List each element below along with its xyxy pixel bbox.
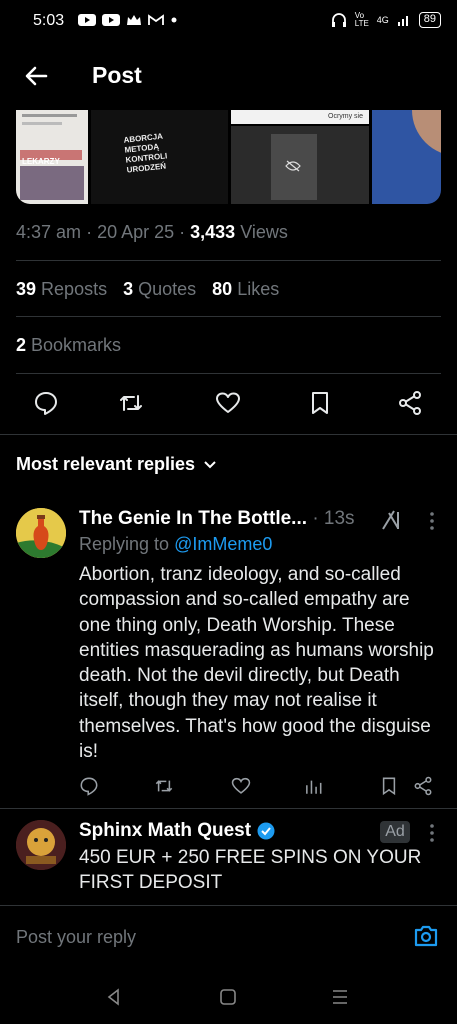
replies-sort-label: Most relevant replies [16, 454, 196, 474]
dot-icon [171, 17, 177, 23]
media-thumb-article[interactable]: LEKARZY [16, 110, 88, 204]
promoted-reply-item[interactable]: Sphinx Math Quest Ad 450 EUR + 250 FREE … [0, 812, 457, 904]
replying-to-handle[interactable]: @ImMeme0 [174, 534, 272, 554]
media-thumb-caption: Ocrymy sie [231, 110, 369, 124]
views-analytics-icon[interactable] [303, 776, 323, 796]
battery-indicator: 89 [418, 12, 441, 28]
youtube-icon [78, 14, 97, 26]
hidden-eye-icon [285, 160, 301, 172]
replies-sort-dropdown[interactable]: Most relevant replies [16, 454, 217, 475]
top-app-bar: Post [0, 48, 457, 108]
repost-icon[interactable] [118, 390, 144, 416]
media-thumb-text: LEKARZY [22, 157, 60, 166]
status-time: 5:03 [33, 12, 65, 29]
divider [16, 316, 441, 317]
avatar[interactable] [16, 508, 66, 558]
likes-count: 80 [212, 279, 233, 299]
media-thumb-hidden[interactable]: Ocrymy sie [231, 110, 369, 204]
reply-body: Abortion, tranz ideology, and so-called … [79, 564, 434, 763]
more-options-icon[interactable] [429, 823, 435, 843]
like-heart-icon[interactable] [231, 776, 251, 796]
notification-icons [78, 13, 178, 27]
grok-icon[interactable] [380, 508, 404, 532]
volte-label: Vo LTE [354, 11, 369, 28]
reposts-count: 39 [16, 279, 37, 299]
divider [16, 373, 441, 374]
replying-to-label: Replying to [79, 534, 170, 554]
like-heart-icon[interactable] [215, 390, 241, 416]
reply-author-row: Sphinx Math Quest [79, 820, 275, 842]
reply-body: 450 EUR + 250 FREE SPINS ON YOUR FIRST D… [79, 847, 422, 894]
quotes-label: Quotes [138, 279, 197, 299]
media-thumb-slogan[interactable]: ABORCJA METODĄ KONTROLI URODZEŃ [91, 110, 228, 204]
reply-author-row: The Genie In The Bottle... · 13s [79, 508, 355, 530]
post-time: 4:37 am [16, 222, 82, 242]
reposts-label: Reposts [41, 279, 108, 299]
divider [16, 260, 441, 261]
repost-icon[interactable] [154, 776, 174, 796]
more-options-icon[interactable] [429, 511, 435, 531]
gmail-icon [148, 14, 165, 25]
youtube-icon [102, 14, 121, 26]
views-label[interactable]: Views [240, 222, 288, 242]
reply-item[interactable]: The Genie In The Bottle... · 13s Replyin… [0, 500, 457, 808]
post-stats: 39 Reposts 3 Quotes 80 Likes [16, 279, 279, 300]
quotes-stat[interactable]: 3 Quotes [123, 279, 196, 300]
divider [0, 808, 457, 809]
nav-menu-icon[interactable] [330, 987, 350, 1007]
chevron-down-icon [204, 460, 216, 468]
post-date: 20 Apr 25 [97, 222, 175, 242]
camera-icon[interactable] [413, 924, 439, 948]
signal-icon [397, 16, 408, 26]
post-meta: 4:37 am · 20 Apr 25 · 3,433 Views [16, 222, 288, 242]
back-arrow-icon[interactable] [22, 62, 50, 90]
status-right: Vo LTE 4G 89 [331, 12, 441, 28]
page-title: Post [92, 62, 142, 88]
reply-author-name[interactable]: The Genie In The Bottle... [79, 508, 307, 529]
share-icon[interactable] [397, 390, 423, 416]
verified-badge-icon [257, 822, 275, 840]
quotes-count: 3 [123, 279, 134, 299]
avatar[interactable] [16, 820, 66, 870]
crown-icon [127, 15, 142, 25]
headphones-icon [331, 13, 346, 27]
reply-composer[interactable]: Post your reply [0, 905, 457, 969]
ad-badge: Ad [380, 821, 410, 843]
genie-bottle-avatar-icon [16, 508, 66, 558]
likes-stat[interactable]: 80 Likes [212, 279, 279, 300]
media-thumb-photo[interactable] [372, 110, 441, 204]
reposts-stat[interactable]: 39 Reposts [16, 279, 107, 300]
reply-author-name[interactable]: Sphinx Math Quest [79, 820, 251, 842]
likes-label: Likes [237, 279, 280, 299]
network-label: 4G [376, 15, 389, 25]
reply-action-bar [79, 776, 439, 800]
post-action-bar [0, 390, 457, 420]
views-count: 3,433 [190, 222, 236, 242]
bookmarks-stat[interactable]: 2 Bookmarks [16, 335, 121, 356]
bookmark-icon[interactable] [307, 390, 333, 416]
status-bar: 5:03 Vo LTE 4G 89 [0, 0, 457, 40]
replying-to-row: Replying to @ImMeme0 [79, 532, 439, 557]
reply-timestamp: · 13s [312, 508, 355, 529]
bookmark-icon[interactable] [379, 776, 399, 796]
media-thumb-text: ABORCJA METODĄ KONTROLI URODZEŃ [123, 131, 168, 175]
nav-back-icon[interactable] [104, 987, 124, 1007]
reply-icon[interactable] [33, 390, 59, 416]
system-nav-bar [0, 975, 457, 1024]
reply-icon[interactable] [79, 776, 99, 796]
sphinx-avatar-icon [16, 820, 66, 870]
nav-home-icon[interactable] [218, 987, 238, 1007]
reply-input[interactable]: Post your reply [16, 927, 136, 948]
bookmarks-label: Bookmarks [31, 335, 122, 355]
bookmarks-count: 2 [16, 335, 27, 355]
share-icon[interactable] [413, 776, 433, 796]
divider [0, 434, 457, 435]
post-media-grid[interactable]: LEKARZY ABORCJA METODĄ KONTROLI URODZEŃ … [16, 110, 441, 204]
